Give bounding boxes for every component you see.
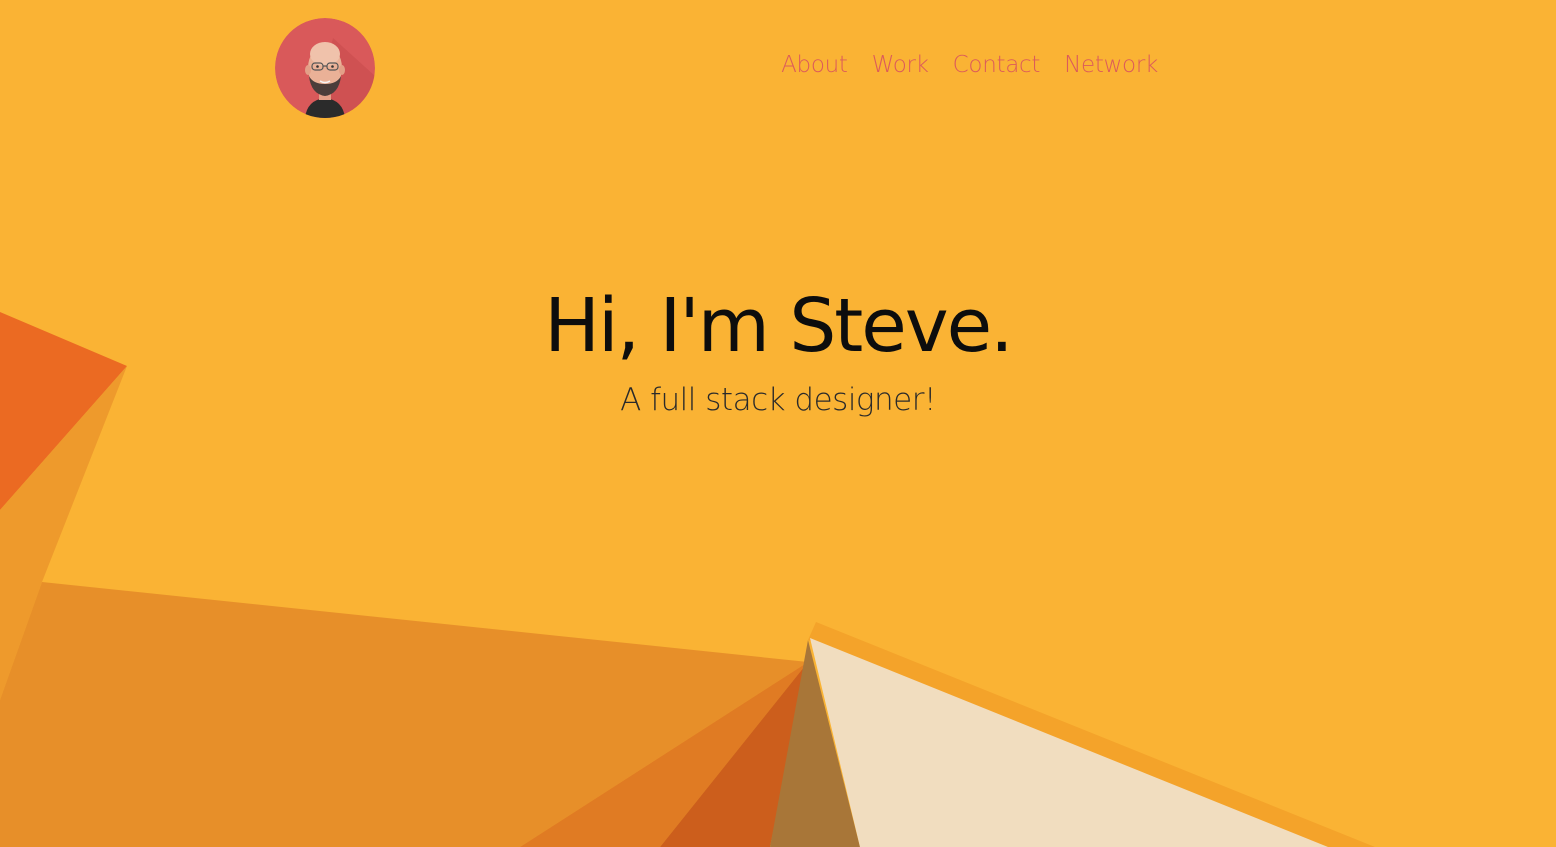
nav-work[interactable]: Work [872, 52, 929, 78]
page: About Work Contact Network Hi, I'm Steve… [0, 0, 1556, 847]
main-nav: About Work Contact Network [781, 52, 1158, 78]
avatar[interactable] [275, 18, 375, 118]
hero: Hi, I'm Steve. A full stack designer! [0, 278, 1556, 418]
site-header: About Work Contact Network [0, 0, 1556, 140]
avatar-portrait-icon [275, 18, 375, 118]
nav-contact[interactable]: Contact [953, 52, 1041, 78]
nav-network[interactable]: Network [1064, 52, 1158, 78]
hero-title: Hi, I'm Steve. [544, 283, 1013, 369]
nav-about[interactable]: About [781, 52, 848, 78]
hero-subtitle: A full stack designer! [620, 382, 936, 418]
